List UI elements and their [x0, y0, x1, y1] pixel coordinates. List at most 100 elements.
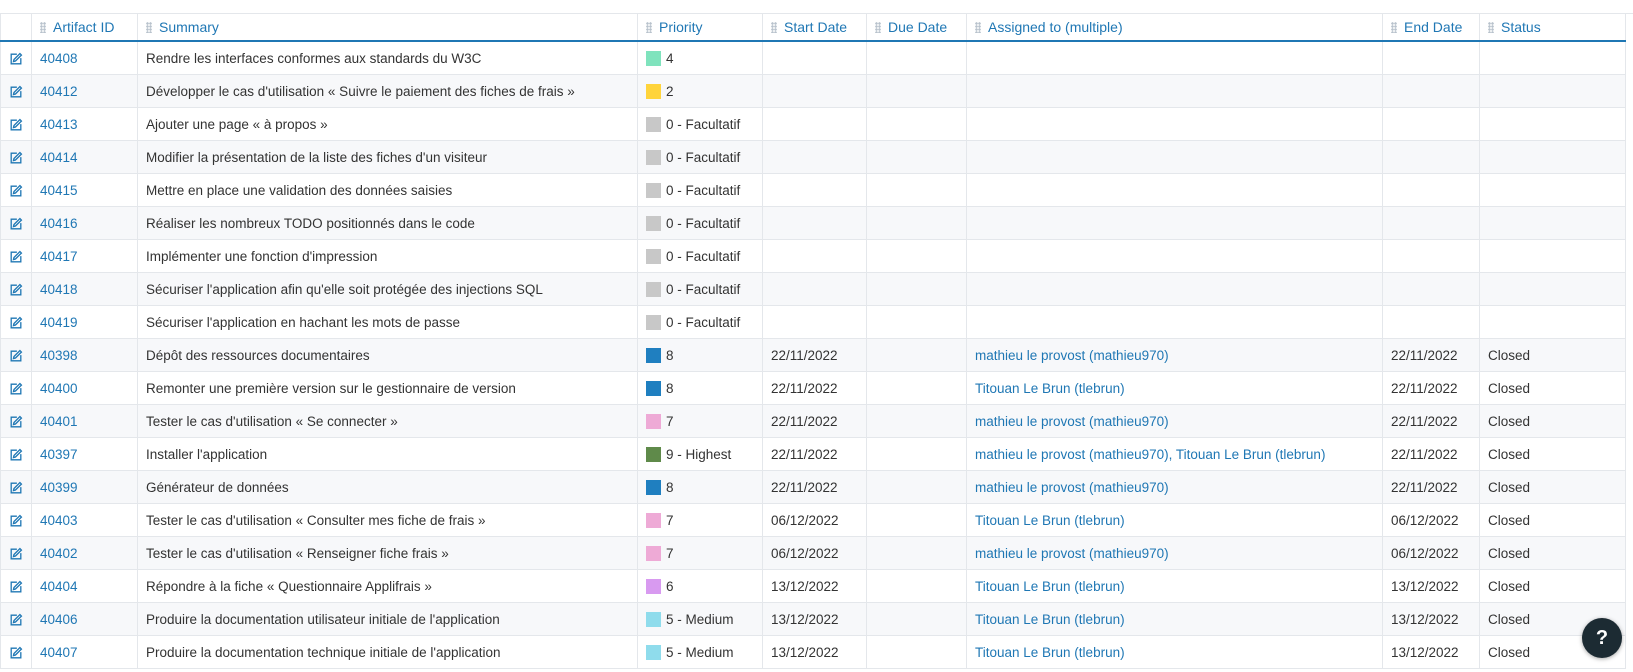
drag-handle-icon[interactable]: [40, 22, 46, 33]
edit-icon[interactable]: [9, 283, 23, 297]
artifact-id-link[interactable]: 40415: [40, 183, 78, 198]
due-date-cell: [866, 569, 967, 603]
assignee-link[interactable]: Titouan Le Brun (tlebrun): [975, 513, 1125, 528]
summary-cell: Tester le cas d'utilisation « Renseigner…: [137, 536, 638, 570]
status-cell: [1479, 74, 1626, 108]
summary-cell: Produire la documentation technique init…: [137, 635, 638, 669]
drag-handle-icon[interactable]: [771, 22, 777, 33]
edit-icon[interactable]: [9, 151, 23, 165]
edit-icon[interactable]: [9, 250, 23, 264]
edit-cell: [0, 107, 32, 141]
assignee-link[interactable]: Titouan Le Brun (tlebrun): [975, 645, 1125, 660]
assignee-link[interactable]: Titouan Le Brun (tlebrun): [975, 612, 1125, 627]
priority-cell: 9 - Highest: [637, 437, 763, 471]
edit-cell: [0, 305, 32, 339]
priority-cell: 7: [637, 404, 763, 438]
artifact-id-link[interactable]: 40414: [40, 150, 78, 165]
priority-label: 7: [666, 512, 674, 528]
table-row: 40418 Sécuriser l'application afin qu'ell…: [0, 272, 1626, 306]
due-date-cell: [866, 437, 967, 471]
drag-handle-icon[interactable]: [1391, 22, 1397, 33]
column-header-artifact-id[interactable]: Artifact ID: [31, 13, 138, 42]
edit-icon[interactable]: [9, 118, 23, 132]
assignee-link[interactable]: mathieu le provost (mathieu970): [975, 348, 1169, 363]
assignee-link[interactable]: mathieu le provost (mathieu970): [975, 546, 1169, 561]
artifact-id-link[interactable]: 40406: [40, 612, 78, 627]
assigned-to-cell: [966, 107, 1383, 141]
artifact-id-link[interactable]: 40412: [40, 84, 78, 99]
column-header-priority[interactable]: Priority: [637, 13, 763, 42]
artifact-id-link[interactable]: 40404: [40, 579, 78, 594]
edit-icon[interactable]: [9, 514, 23, 528]
help-button[interactable]: ?: [1582, 618, 1622, 658]
edit-icon[interactable]: [9, 52, 23, 66]
artifact-id-link[interactable]: 40399: [40, 480, 78, 495]
edit-cell: [0, 206, 32, 240]
assignee-link[interactable]: Titouan Le Brun (tlebrun): [975, 579, 1125, 594]
artifact-id-link[interactable]: 40417: [40, 249, 78, 264]
edit-icon[interactable]: [9, 415, 23, 429]
artifact-id-link[interactable]: 40397: [40, 447, 78, 462]
priority-label: 6: [666, 578, 674, 594]
column-header-label: End Date: [1404, 19, 1463, 35]
start-date-cell: [762, 206, 867, 240]
assigned-to-cell: [966, 305, 1383, 339]
edit-icon[interactable]: [9, 184, 23, 198]
assignee-link[interactable]: Titouan Le Brun (tlebrun): [975, 381, 1125, 396]
artifact-id-link[interactable]: 40401: [40, 414, 78, 429]
priority-swatch: [646, 479, 661, 495]
edit-icon[interactable]: [9, 547, 23, 561]
edit-icon[interactable]: [9, 349, 23, 363]
edit-cell: [0, 602, 32, 636]
drag-handle-icon[interactable]: [1488, 22, 1494, 33]
summary-cell: Mettre en place une validation des donné…: [137, 173, 638, 207]
priority-label: 0 - Facultatif: [666, 182, 741, 198]
column-header-summary[interactable]: Summary: [137, 13, 638, 42]
summary-cell: Rendre les interfaces conformes aux stan…: [137, 40, 638, 75]
artifact-id-link[interactable]: 40418: [40, 282, 78, 297]
summary-cell: Implémenter une fonction d'impression: [137, 239, 638, 273]
edit-icon[interactable]: [9, 316, 23, 330]
column-header-assigned-to[interactable]: Assigned to (multiple): [966, 13, 1383, 42]
assignee-link[interactable]: mathieu le provost (mathieu970), Titouan…: [975, 447, 1325, 462]
drag-handle-icon[interactable]: [875, 22, 881, 33]
artifact-id-link[interactable]: 40403: [40, 513, 78, 528]
edit-icon[interactable]: [9, 217, 23, 231]
drag-handle-icon[interactable]: [975, 22, 981, 33]
edit-icon[interactable]: [9, 580, 23, 594]
edit-icon[interactable]: [9, 85, 23, 99]
edit-icon[interactable]: [9, 382, 23, 396]
assigned-to-cell: Titouan Le Brun (tlebrun): [966, 371, 1383, 405]
assignee-link[interactable]: mathieu le provost (mathieu970): [975, 414, 1169, 429]
column-header-end-date[interactable]: End Date: [1382, 13, 1480, 42]
end-date-cell: 22/11/2022: [1382, 404, 1480, 438]
column-header-due-date[interactable]: Due Date: [866, 13, 967, 42]
drag-handle-icon[interactable]: [646, 22, 652, 33]
artifact-id-link[interactable]: 40416: [40, 216, 78, 231]
due-date-cell: [866, 239, 967, 273]
artifact-id-cell: 40418: [31, 272, 138, 306]
start-date-cell: [762, 272, 867, 306]
drag-handle-icon[interactable]: [146, 22, 152, 33]
priority-label: 0 - Facultatif: [666, 248, 741, 264]
assignee-link[interactable]: mathieu le provost (mathieu970): [975, 480, 1169, 495]
artifact-id-link[interactable]: 40419: [40, 315, 78, 330]
edit-icon[interactable]: [9, 448, 23, 462]
artifact-id-link[interactable]: 40407: [40, 645, 78, 660]
artifact-id-link[interactable]: 40398: [40, 348, 78, 363]
artifact-id-link[interactable]: 40402: [40, 546, 78, 561]
priority-label: 0 - Facultatif: [666, 314, 741, 330]
status-cell: Closed: [1479, 470, 1626, 504]
column-header-start-date[interactable]: Start Date: [762, 13, 867, 42]
status-cell: [1479, 173, 1626, 207]
artifact-id-link[interactable]: 40408: [40, 51, 78, 66]
edit-icon[interactable]: [9, 646, 23, 660]
artifact-id-link[interactable]: 40413: [40, 117, 78, 132]
column-header-status[interactable]: Status: [1479, 13, 1626, 42]
artifact-id-link[interactable]: 40400: [40, 381, 78, 396]
edit-icon[interactable]: [9, 613, 23, 627]
priority-label: 7: [666, 545, 674, 561]
end-date-cell: [1382, 272, 1480, 306]
column-header-label: Artifact ID: [53, 19, 115, 35]
edit-icon[interactable]: [9, 481, 23, 495]
